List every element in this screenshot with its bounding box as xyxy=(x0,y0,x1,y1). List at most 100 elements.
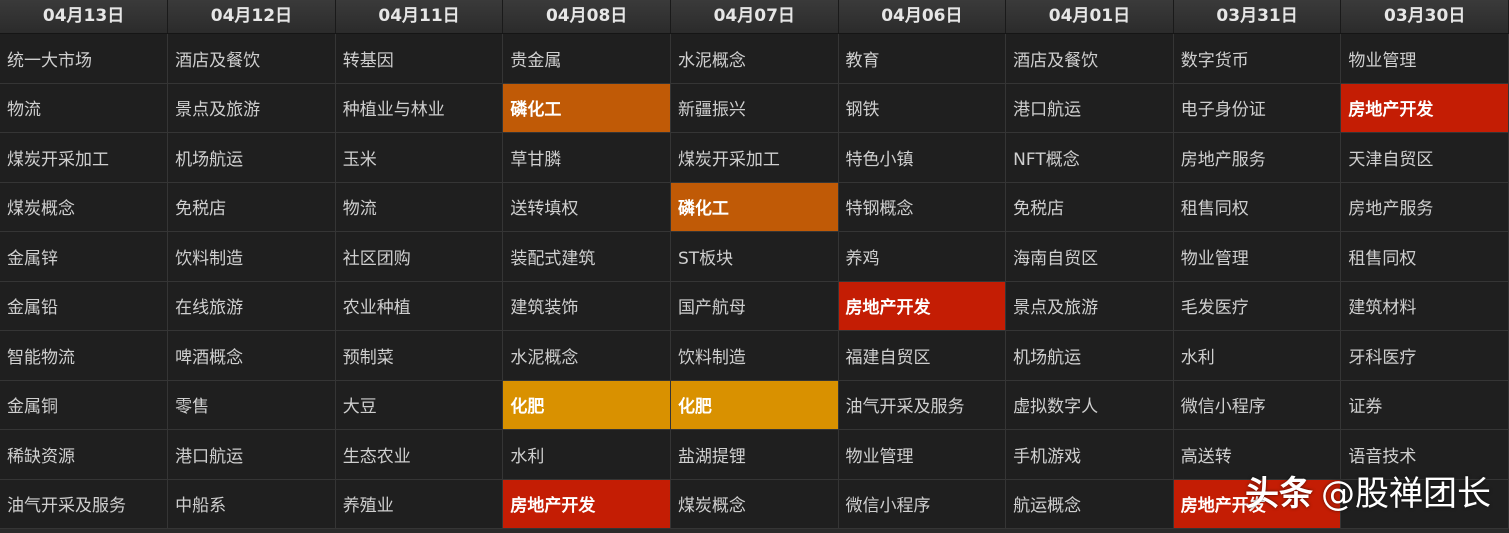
sector-cell[interactable]: 化肥 xyxy=(502,380,671,430)
sector-cell[interactable]: 港口航运 xyxy=(1005,83,1174,133)
sector-cell[interactable]: 水泥概念 xyxy=(502,330,671,381)
sector-cell[interactable]: 景点及旅游 xyxy=(167,83,336,133)
sector-cell[interactable]: 机场航运 xyxy=(167,132,336,183)
sector-cell[interactable]: 煤炭概念 xyxy=(0,182,169,232)
sector-cell[interactable]: 贵金属 xyxy=(502,33,671,84)
sector-cell[interactable]: 景点及旅游 xyxy=(1005,281,1174,331)
sector-cell[interactable]: 房地产服务 xyxy=(1173,132,1342,183)
sector-cell[interactable]: NFT概念 xyxy=(1005,132,1174,183)
sector-cell[interactable]: 大豆 xyxy=(335,380,504,430)
sector-cell[interactable]: 房地产开发 xyxy=(1340,83,1509,133)
sector-cell[interactable]: ST板块 xyxy=(670,231,839,282)
sector-cell[interactable]: 高送转 xyxy=(1173,429,1342,480)
sector-cell[interactable]: 饮料制造 xyxy=(670,330,839,381)
sector-cell[interactable]: 语音技术 xyxy=(1340,429,1509,480)
date-column-header[interactable]: 04月11日 xyxy=(335,0,504,34)
sector-cell[interactable]: 证券 xyxy=(1340,380,1509,430)
sector-cell[interactable]: 煤炭开采加工 xyxy=(670,132,839,183)
sector-cell[interactable]: 智能物流 xyxy=(0,330,169,381)
sector-cell[interactable]: 农业种植 xyxy=(335,281,504,331)
sector-cell[interactable]: 特钢概念 xyxy=(838,182,1007,232)
date-column-header[interactable]: 04月13日 xyxy=(0,0,169,34)
sector-cell[interactable]: 机场航运 xyxy=(1005,330,1174,381)
sector-cell[interactable]: 预制菜 xyxy=(335,330,504,381)
sector-cell[interactable]: 海南自贸区 xyxy=(1005,231,1174,282)
sector-cell[interactable]: 教育 xyxy=(838,33,1007,84)
date-column-header[interactable]: 04月12日 xyxy=(167,0,336,34)
sector-cell[interactable]: 物业管理 xyxy=(838,429,1007,480)
sector-cell[interactable]: 数字货币 xyxy=(1173,33,1342,84)
date-column-header[interactable]: 03月31日 xyxy=(1173,0,1342,34)
sector-cell[interactable]: 房地产开发 xyxy=(1173,479,1342,529)
sector-cell[interactable]: 新疆振兴 xyxy=(670,83,839,133)
table-row: 煤炭开采加工 机场航运 玉米 草甘膦 煤炭开采加工 特色小镇 NFT概念 房地产服务 天津自贸区 xyxy=(0,132,1509,183)
sector-cell[interactable]: 草甘膦 xyxy=(502,132,671,183)
date-column-header[interactable]: 04月06日 xyxy=(838,0,1007,34)
sector-cell[interactable]: 虚拟数字人 xyxy=(1005,380,1174,430)
sector-cell[interactable]: 免税店 xyxy=(1005,182,1174,232)
sector-cell[interactable]: 水泥概念 xyxy=(670,33,839,84)
sector-cell[interactable]: 种植业与林业 xyxy=(335,83,504,133)
sector-cell[interactable]: 钢铁 xyxy=(838,83,1007,133)
sector-cell[interactable]: 磷化工 xyxy=(502,83,671,133)
sector-cell[interactable]: 水利 xyxy=(1173,330,1342,381)
sector-cell[interactable]: 统一大市场 xyxy=(0,33,169,84)
sector-cell[interactable]: 天津自贸区 xyxy=(1340,132,1509,183)
date-column-header[interactable]: 03月30日 xyxy=(1340,0,1509,34)
sector-cell[interactable]: 租售同权 xyxy=(1173,182,1342,232)
sector-cell[interactable]: 金属铅 xyxy=(0,281,169,331)
sector-cell[interactable]: 玉米 xyxy=(335,132,504,183)
sector-cell[interactable]: 物业管理 xyxy=(1340,33,1509,84)
sector-cell[interactable] xyxy=(1340,479,1509,529)
sector-cell[interactable]: 煤炭开采加工 xyxy=(0,132,169,183)
sector-cell[interactable]: 物业管理 xyxy=(1173,231,1342,282)
sector-cell[interactable]: 港口航运 xyxy=(167,429,336,480)
sector-cell[interactable]: 电子身份证 xyxy=(1173,83,1342,133)
sector-cell[interactable]: 金属铜 xyxy=(0,380,169,430)
sector-cell[interactable]: 微信小程序 xyxy=(838,479,1007,529)
sector-cell[interactable]: 养鸡 xyxy=(838,231,1007,282)
sector-cell[interactable]: 福建自贸区 xyxy=(838,330,1007,381)
sector-cell[interactable]: 饮料制造 xyxy=(167,231,336,282)
sector-cell[interactable]: 油气开采及服务 xyxy=(838,380,1007,430)
sector-cell[interactable]: 磷化工 xyxy=(670,182,839,232)
sector-cell[interactable]: 物流 xyxy=(335,182,504,232)
sector-cell[interactable]: 建筑材料 xyxy=(1340,281,1509,331)
sector-cell[interactable]: 金属锌 xyxy=(0,231,169,282)
sector-cell[interactable]: 房地产开发 xyxy=(838,281,1007,331)
sector-cell[interactable]: 酒店及餐饮 xyxy=(1005,33,1174,84)
sector-cell[interactable]: 酒店及餐饮 xyxy=(167,33,336,84)
sector-cell[interactable]: 零售 xyxy=(167,380,336,430)
sector-cell[interactable]: 油气开采及服务 xyxy=(0,479,169,529)
sector-cell[interactable]: 生态农业 xyxy=(335,429,504,480)
sector-cell[interactable]: 送转填权 xyxy=(502,182,671,232)
sector-cell[interactable]: 牙科医疗 xyxy=(1340,330,1509,381)
sector-cell[interactable]: 盐湖提锂 xyxy=(670,429,839,480)
sector-cell[interactable]: 租售同权 xyxy=(1340,231,1509,282)
sector-cell[interactable]: 稀缺资源 xyxy=(0,429,169,480)
sector-cell[interactable]: 手机游戏 xyxy=(1005,429,1174,480)
sector-cell[interactable]: 在线旅游 xyxy=(167,281,336,331)
sector-cell[interactable]: 水利 xyxy=(502,429,671,480)
sector-cell[interactable]: 航运概念 xyxy=(1005,479,1174,529)
sector-cell[interactable]: 毛发医疗 xyxy=(1173,281,1342,331)
sector-cell[interactable]: 免税店 xyxy=(167,182,336,232)
sector-cell[interactable]: 社区团购 xyxy=(335,231,504,282)
date-column-header[interactable]: 04月07日 xyxy=(670,0,839,34)
sector-cell[interactable]: 物流 xyxy=(0,83,169,133)
sector-cell[interactable]: 中船系 xyxy=(167,479,336,529)
sector-cell[interactable]: 煤炭概念 xyxy=(670,479,839,529)
sector-cell[interactable]: 化肥 xyxy=(670,380,839,430)
sector-cell[interactable]: 装配式建筑 xyxy=(502,231,671,282)
sector-cell[interactable]: 房地产服务 xyxy=(1340,182,1509,232)
sector-cell[interactable]: 国产航母 xyxy=(670,281,839,331)
sector-cell[interactable]: 房地产开发 xyxy=(502,479,671,529)
sector-cell[interactable]: 建筑装饰 xyxy=(502,281,671,331)
date-column-header[interactable]: 04月08日 xyxy=(502,0,671,34)
sector-cell[interactable]: 啤酒概念 xyxy=(167,330,336,381)
sector-cell[interactable]: 特色小镇 xyxy=(838,132,1007,183)
sector-cell[interactable]: 养殖业 xyxy=(335,479,504,529)
sector-cell[interactable]: 转基因 xyxy=(335,33,504,84)
sector-cell[interactable]: 微信小程序 xyxy=(1173,380,1342,430)
date-column-header[interactable]: 04月01日 xyxy=(1005,0,1174,34)
